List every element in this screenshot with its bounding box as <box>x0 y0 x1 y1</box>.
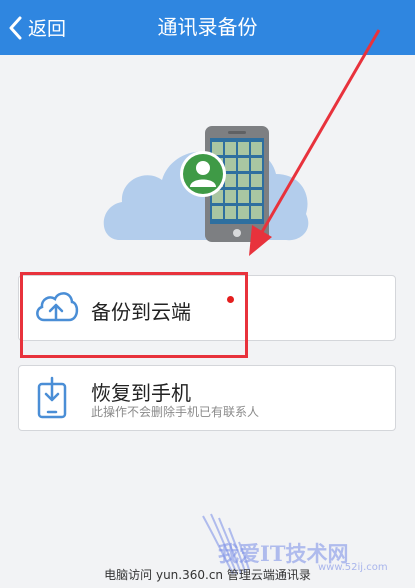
annotation-arrow <box>249 29 381 256</box>
footer-text: 电脑访问 yun.360.cn 管理云端通讯录 <box>104 568 311 582</box>
